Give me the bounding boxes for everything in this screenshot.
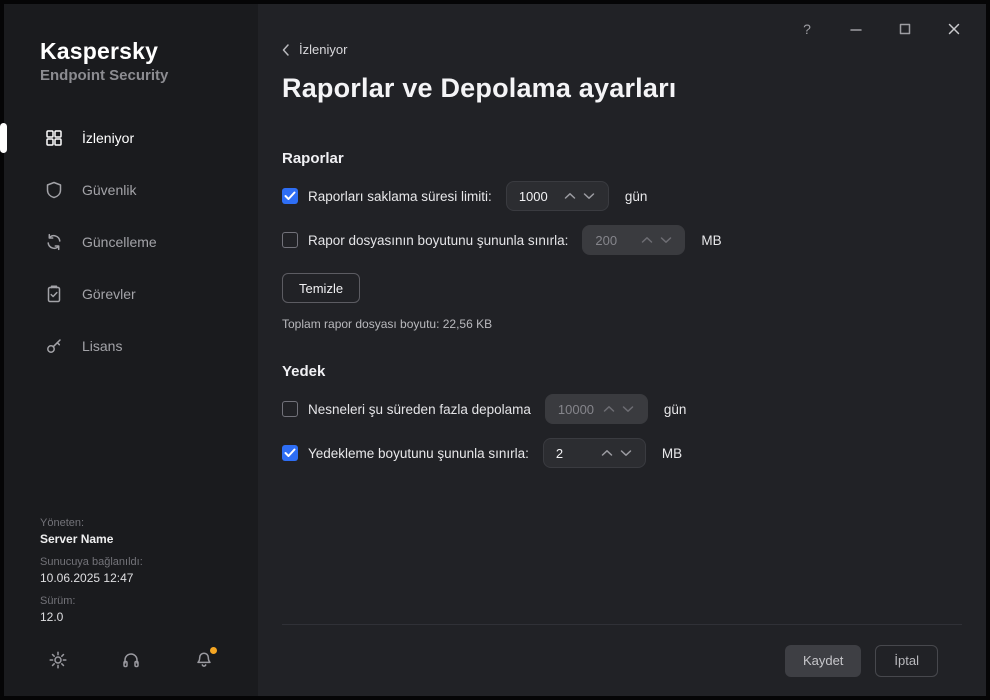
backup-size-limit-label[interactable]: Yedekleme boyutunu şununla sınırla: bbox=[308, 446, 529, 461]
backup-retention-row: Nesneleri şu süreden fazla depolama gün bbox=[282, 394, 962, 424]
main-area: ? İzleniyor Raporlar ve Depolama ayarlar… bbox=[258, 4, 986, 696]
connected-label: Sunucuya bağlanıldı: bbox=[40, 556, 143, 568]
version-value: 12.0 bbox=[40, 610, 64, 624]
backup-retention-unit: gün bbox=[663, 401, 687, 417]
brand-subtitle: Endpoint Security bbox=[40, 67, 169, 84]
sidebar-item-license[interactable]: Lisans bbox=[4, 320, 258, 372]
support-headset-icon[interactable] bbox=[121, 650, 141, 670]
managed-by-value: Server Name bbox=[40, 532, 114, 546]
backup-size-limit-spinner bbox=[542, 438, 646, 468]
sidebar-item-monitoring[interactable]: İzleniyor bbox=[0, 112, 258, 164]
chevron-down-icon bbox=[619, 399, 638, 419]
brand: Kaspersky Endpoint Security bbox=[4, 4, 258, 84]
report-size-limit-unit: MB bbox=[701, 232, 722, 248]
backup-retention-checkbox[interactable] bbox=[282, 401, 298, 417]
total-report-size: Toplam rapor dosyası boyutu: 22,56 KB bbox=[282, 317, 493, 331]
settings-content: İzleniyor Raporlar ve Depolama ayarları … bbox=[258, 40, 986, 696]
app-window: Kaspersky Endpoint Security İzleniyor Gü… bbox=[0, 4, 986, 696]
notifications-bell-icon[interactable] bbox=[194, 647, 217, 670]
chevron-up-icon bbox=[600, 399, 619, 419]
chevron-left-icon bbox=[282, 43, 290, 56]
update-refresh-icon bbox=[44, 232, 64, 252]
minimize-icon[interactable] bbox=[848, 21, 864, 37]
monitoring-grid-icon bbox=[44, 128, 64, 148]
sidebar-item-tasks[interactable]: Görevler bbox=[4, 268, 258, 320]
managed-by-label: Yöneten: bbox=[40, 517, 85, 529]
backup-size-limit-checkbox[interactable] bbox=[282, 445, 298, 461]
brand-title: Kaspersky bbox=[40, 38, 159, 64]
license-key-icon bbox=[44, 336, 64, 356]
breadcrumb-back[interactable]: İzleniyor bbox=[282, 42, 347, 57]
report-retention-label[interactable]: Raporları saklama süresi limiti: bbox=[308, 189, 492, 204]
breadcrumb-label: İzleniyor bbox=[299, 42, 348, 57]
sidebar-item-update[interactable]: Güncelleme bbox=[4, 216, 258, 268]
reports-heading: Raporlar bbox=[282, 150, 344, 167]
chevron-up-icon[interactable] bbox=[561, 186, 580, 206]
backup-retention-input bbox=[557, 401, 600, 417]
sidebar-item-label: İzleniyor bbox=[82, 130, 135, 146]
server-info: Yöneten: Server Name Sunucuya bağlanıldı… bbox=[4, 507, 258, 624]
report-size-limit-checkbox[interactable] bbox=[282, 232, 298, 248]
sidebar-item-label: Görevler bbox=[82, 286, 136, 302]
report-retention-input[interactable] bbox=[518, 188, 561, 204]
backup-retention-spinner bbox=[544, 394, 648, 424]
save-button[interactable]: Kaydet bbox=[784, 644, 862, 677]
backup-size-limit-row: Yedekleme boyutunu şununla sınırla: MB bbox=[282, 438, 962, 468]
notification-badge bbox=[210, 647, 217, 654]
sidebar-footer-icons bbox=[4, 647, 258, 670]
chevron-down-icon bbox=[656, 230, 675, 250]
version-label: Sürüm: bbox=[40, 595, 76, 607]
titlebar: ? bbox=[258, 4, 986, 40]
tasks-clipboard-icon bbox=[44, 284, 64, 304]
report-retention-unit: gün bbox=[624, 188, 648, 204]
sidebar-item-label: Lisans bbox=[82, 338, 123, 354]
backup-retention-label[interactable]: Nesneleri şu süreden fazla depolama bbox=[308, 402, 531, 417]
clear-reports-button[interactable]: Temizle bbox=[282, 273, 361, 303]
backup-size-limit-unit: MB bbox=[661, 445, 683, 461]
chevron-down-icon[interactable] bbox=[580, 186, 599, 206]
chevron-up-icon bbox=[637, 230, 656, 250]
chevron-up-icon[interactable] bbox=[598, 443, 617, 463]
sidebar-item-security[interactable]: Güvenlik bbox=[4, 164, 258, 216]
page-title: Raporlar ve Depolama ayarları bbox=[282, 73, 677, 103]
report-size-limit-row: Rapor dosyasının boyutunu şununla sınırl… bbox=[282, 225, 962, 255]
chevron-down-icon[interactable] bbox=[617, 443, 636, 463]
backup-size-limit-input[interactable] bbox=[555, 445, 598, 461]
footer-actions: Kaydet İptal bbox=[282, 624, 962, 696]
active-indicator bbox=[0, 123, 7, 153]
sidebar-nav: İzleniyor Güvenlik Güncelleme Görevler L… bbox=[0, 112, 258, 372]
sidebar-item-label: Güvenlik bbox=[82, 182, 137, 198]
sidebar-item-label: Güncelleme bbox=[82, 234, 157, 250]
help-icon[interactable]: ? bbox=[799, 21, 815, 37]
shield-icon bbox=[44, 180, 64, 200]
connected-value: 10.06.2025 12:47 bbox=[40, 571, 134, 585]
cancel-button[interactable]: İptal bbox=[875, 644, 938, 677]
window-frame: Kaspersky Endpoint Security İzleniyor Gü… bbox=[0, 0, 990, 700]
report-size-limit-label[interactable]: Rapor dosyasının boyutunu şununla sınırl… bbox=[308, 233, 568, 248]
report-retention-row: Raporları saklama süresi limiti: gün bbox=[282, 181, 962, 211]
report-retention-spinner bbox=[505, 181, 609, 211]
sidebar: Kaspersky Endpoint Security İzleniyor Gü… bbox=[0, 4, 258, 696]
maximize-icon[interactable] bbox=[897, 21, 913, 37]
report-retention-checkbox[interactable] bbox=[282, 188, 298, 204]
close-icon[interactable] bbox=[946, 21, 962, 37]
backup-heading: Yedek bbox=[282, 363, 326, 380]
report-size-limit-input bbox=[595, 232, 638, 248]
settings-gear-icon[interactable] bbox=[48, 650, 68, 670]
report-size-limit-spinner bbox=[582, 225, 686, 255]
